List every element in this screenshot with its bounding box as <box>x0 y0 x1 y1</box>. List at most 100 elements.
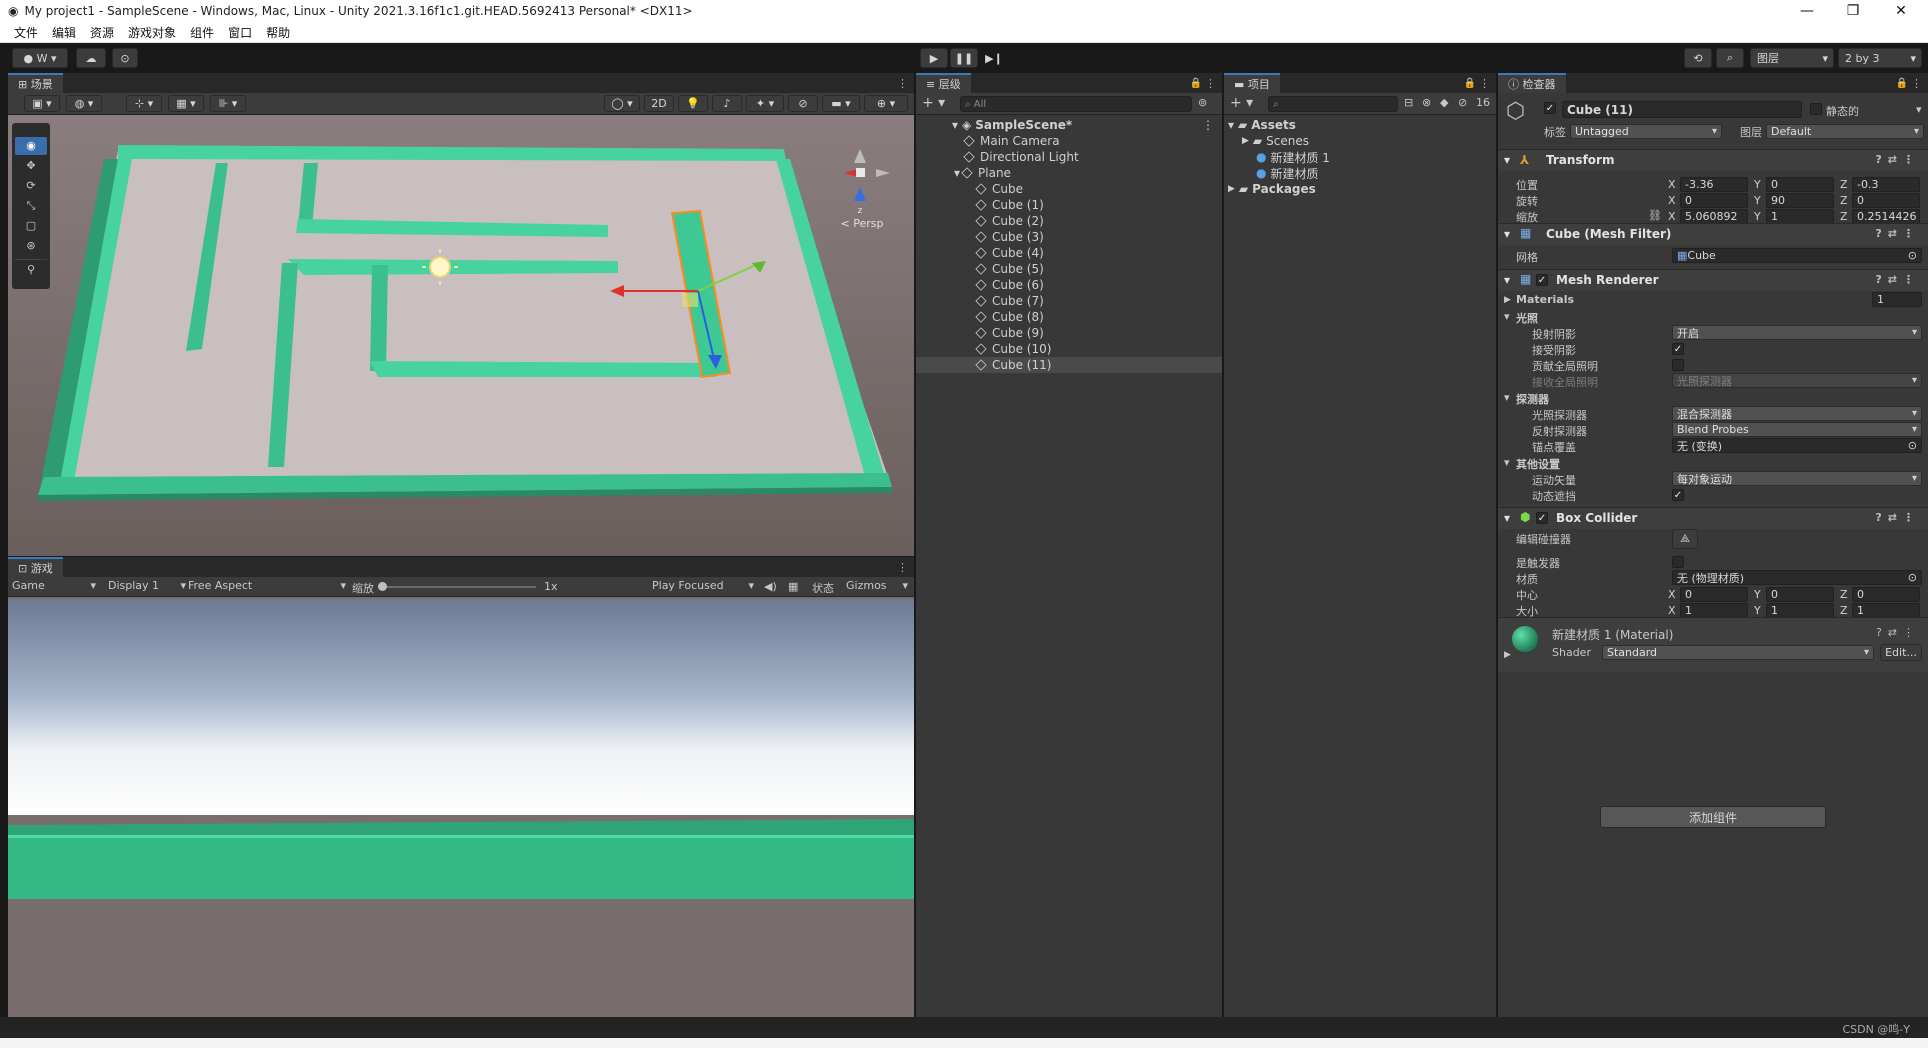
lighting-header[interactable]: 光照 <box>1516 310 1538 326</box>
scene-more-icon[interactable]: ⋮ <box>1202 118 1214 132</box>
static-dropdown[interactable]: ▾ <box>1916 103 1922 116</box>
custom-tool-button[interactable]: ⚲ <box>15 259 47 280</box>
scene-viewport[interactable]: z < Persp <box>8 115 914 556</box>
more-icon[interactable]: ⋮ <box>1205 77 1216 90</box>
hierarchy-item[interactable]: Cube (1) <box>916 197 1222 213</box>
persp-label[interactable]: < Persp <box>841 217 884 230</box>
motion-vectors-dropdown[interactable]: 每对象运动 <box>1672 471 1922 486</box>
more-icon[interactable]: ⋮ <box>1479 77 1490 90</box>
hierarchy-item[interactable]: Cube (10) <box>916 341 1222 357</box>
rotation-y-field[interactable]: 90 <box>1766 193 1834 208</box>
grid-dropdown[interactable]: ▦ ▾ <box>168 95 204 112</box>
menu-assets[interactable]: 资源 <box>90 24 114 41</box>
tab-hierarchy[interactable]: ≡ 层级 <box>916 73 971 93</box>
assets-folder-row[interactable]: ▾ ▰ Assets <box>1224 117 1496 133</box>
audio-toggle[interactable]: ♪ <box>712 95 742 112</box>
size-y-field[interactable]: 1 <box>1766 603 1834 618</box>
minimize-button[interactable]: — <box>1784 0 1830 22</box>
hidden-packages-icon[interactable]: ⊘ <box>1458 96 1467 109</box>
box-collider-enabled-checkbox[interactable]: ✓ <box>1536 512 1548 524</box>
hierarchy-item[interactable]: Main Camera <box>916 133 1222 149</box>
box-collider-header[interactable]: ▾ ⬢ ✓ Box Collider ?⇄⋮ <box>1498 507 1928 529</box>
size-x-field[interactable]: 1 <box>1680 603 1748 618</box>
draw-mode-dropdown[interactable]: ▣ ▾ <box>24 95 60 112</box>
menu-gameobject[interactable]: 游戏对象 <box>128 24 176 41</box>
physics-material-field[interactable]: 无 (物理材质) ⊙ <box>1672 570 1922 585</box>
expand-arrow-icon[interactable]: ▶ <box>1504 650 1511 660</box>
collab-button[interactable]: ⊙ <box>112 48 138 68</box>
collapse-arrow-icon[interactable]: ▾ <box>1504 227 1510 241</box>
mesh-field[interactable]: ▦ Cube ⊙ <box>1672 248 1922 263</box>
hierarchy-item[interactable]: Cube (6) <box>916 277 1222 293</box>
is-trigger-checkbox[interactable] <box>1672 556 1684 568</box>
object-picker-icon[interactable]: ⊙ <box>1908 571 1917 584</box>
hidden-objects-toggle[interactable]: ⊘ <box>788 95 818 112</box>
shader-dropdown[interactable]: Standard <box>1602 645 1874 660</box>
display-dropdown[interactable]: Display 1 ▾ <box>108 579 188 595</box>
edit-collider-button[interactable]: ⟁ <box>1672 529 1698 549</box>
expand-arrow-icon[interactable]: ▾ <box>952 118 958 132</box>
center-z-field[interactable]: 0 <box>1852 587 1920 602</box>
add-object-button[interactable]: + ▾ <box>922 95 945 111</box>
component-controls-icons[interactable]: ?⇄⋮ <box>1876 626 1920 639</box>
collapse-arrow-icon[interactable]: ▾ <box>1504 511 1510 525</box>
hierarchy-item[interactable]: Cube (8) <box>916 309 1222 325</box>
expand-arrow-icon[interactable]: ▶ <box>1242 136 1249 146</box>
anchor-override-field[interactable]: 无 (变换) ⊙ <box>1672 438 1922 453</box>
hierarchy-item[interactable]: Cube <box>916 181 1222 197</box>
play-button[interactable]: ▶ <box>920 48 948 68</box>
lock-icon[interactable]: 🔒 <box>1190 78 1202 89</box>
gizmos-dropdown-game[interactable]: Gizmos ▾ <box>846 579 910 595</box>
tab-project[interactable]: ▬ 项目 <box>1224 73 1280 93</box>
mesh-filter-header[interactable]: ▾ ▦ Cube (Mesh Filter) ?⇄⋮ <box>1498 223 1928 245</box>
center-x-field[interactable]: 0 <box>1680 587 1748 602</box>
constrain-proportions-icon[interactable]: ⛓ <box>1648 209 1662 222</box>
tag-dropdown[interactable]: Untagged <box>1570 124 1722 139</box>
game-viewport[interactable] <box>8 599 914 1017</box>
scale-y-field[interactable]: 1 <box>1766 209 1834 224</box>
hierarchy-item[interactable]: Cube (11) <box>916 357 1222 373</box>
position-z-field[interactable]: -0.3 <box>1852 177 1920 192</box>
rotation-z-field[interactable]: 0 <box>1852 193 1920 208</box>
stats-button[interactable]: 状态 <box>812 580 834 596</box>
menu-component[interactable]: 组件 <box>190 24 214 41</box>
tab-scene[interactable]: ⊞ 场景 <box>8 73 63 93</box>
hierarchy-search-input[interactable]: ⌕ All <box>960 96 1192 112</box>
game-mode-dropdown[interactable]: Game ▾ <box>12 579 98 595</box>
menu-help[interactable]: 帮助 <box>266 24 290 41</box>
maximize-button[interactable]: ❐ <box>1830 0 1876 22</box>
mute-audio-icon[interactable]: ◀) <box>764 580 777 593</box>
play-focused-dropdown[interactable]: Play Focused ▾ <box>652 579 756 595</box>
static-checkbox[interactable] <box>1810 103 1822 115</box>
menu-file[interactable]: 文件 <box>14 24 38 41</box>
hierarchy-item[interactable]: ▾ Plane <box>916 165 1222 181</box>
hierarchy-item[interactable]: Directional Light <box>916 149 1222 165</box>
menu-edit[interactable]: 编辑 <box>52 24 76 41</box>
materials-count-field[interactable]: 1 <box>1872 292 1922 307</box>
move-tool-button[interactable]: ✥ <box>15 157 47 175</box>
hierarchy-item[interactable]: Cube (2) <box>916 213 1222 229</box>
collapse-arrow-icon[interactable]: ▾ <box>1504 391 1510 404</box>
rotate-tool-button[interactable]: ⟳ <box>15 177 47 195</box>
more-icon[interactable]: ⋮ <box>897 77 908 90</box>
transform-tool-button[interactable]: ⊛ <box>15 237 47 255</box>
scale-z-field[interactable]: 0.2514426 <box>1852 209 1920 224</box>
expand-arrow-icon[interactable]: ▾ <box>954 166 960 180</box>
cast-shadows-dropdown[interactable]: 开启 <box>1672 325 1922 340</box>
effects-dropdown[interactable]: ✦ ▾ <box>746 95 784 112</box>
material-row[interactable]: ● 新建材质 <box>1224 165 1496 181</box>
hierarchy-item[interactable]: Cube (5) <box>916 261 1222 277</box>
label-filter-icon[interactable]: ◆ <box>1440 96 1448 109</box>
scale-slider-handle[interactable] <box>378 582 387 591</box>
light-probes-dropdown[interactable]: 混合探测器 <box>1672 406 1922 421</box>
search-button[interactable]: ⌕ <box>1716 48 1744 68</box>
component-controls-icons[interactable]: ?⇄⋮ <box>1875 153 1920 166</box>
mode-2d-button[interactable]: 2D <box>644 95 674 112</box>
size-z-field[interactable]: 1 <box>1852 603 1920 618</box>
pause-button[interactable]: ❚❚ <box>950 48 978 68</box>
packages-folder-row[interactable]: ▶ ▰ Packages <box>1224 181 1496 197</box>
filter-icon[interactable]: ⊚ <box>1198 96 1207 109</box>
expand-arrow-icon[interactable]: ▶ <box>1504 295 1511 305</box>
lighting-toggle[interactable]: 💡 <box>678 95 708 112</box>
filter-by-type-icon[interactable]: ⊗ <box>1422 96 1431 109</box>
